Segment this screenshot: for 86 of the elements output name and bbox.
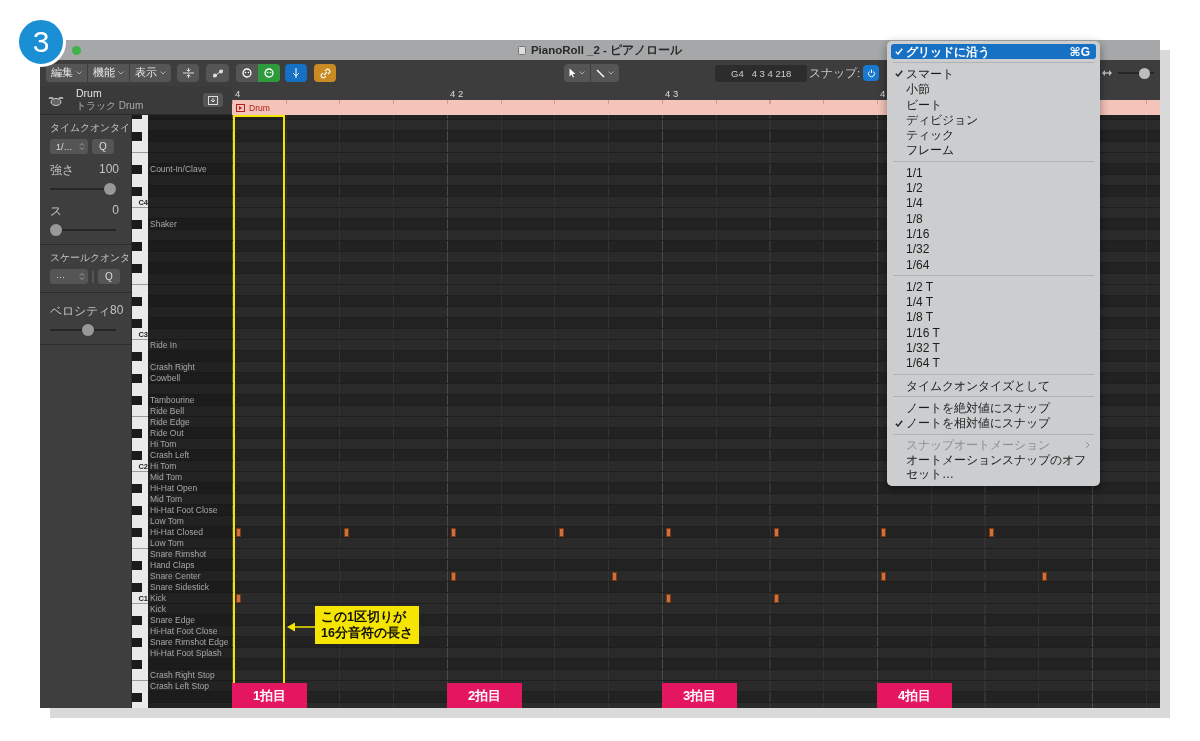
drum-name: Hi-Hat Foot Close [150, 505, 218, 515]
drum-name: Count-In/Clave [150, 164, 207, 174]
drum-name: Snare Sidestick [150, 582, 210, 592]
bar-number: 4 2 [450, 87, 464, 99]
step-number-badge: 3 [16, 17, 66, 67]
drum-name: Mid Tom [150, 472, 182, 482]
menu-item[interactable]: ティック [891, 127, 1096, 143]
slider-label: ス [50, 203, 62, 220]
menu-item[interactable]: グリッドに沿う ⌘G [891, 44, 1096, 60]
track-name: Drum [76, 87, 103, 99]
drum-name: Crash Right Stop [150, 670, 215, 680]
slider-value: 100 [98, 162, 119, 178]
snap-label: スナップ: [809, 65, 861, 81]
menu-button[interactable]: 機能 [88, 64, 130, 82]
drum-name: Hi-Hat Foot Splash [150, 648, 222, 658]
menu-item[interactable]: 1/32 T [891, 340, 1096, 356]
drum-name: Ride In [150, 340, 177, 350]
menu-item[interactable]: タイムクオンタイズとして [891, 377, 1096, 394]
menu-item[interactable]: 1/16 [891, 226, 1096, 242]
bar-number: 4 [880, 87, 886, 99]
menu-item[interactable]: 1/2 T [891, 279, 1096, 295]
beat-label: 1拍目 [232, 683, 307, 708]
drum-name: Hi-Hat Foot Close [150, 626, 218, 636]
drum-name: Crash Left [150, 450, 190, 460]
drum-name: Hi Tom [150, 439, 177, 449]
drum-name: Snare Edge [150, 615, 195, 625]
bar-number: 4 [235, 87, 241, 99]
drum-name: Mid Tom [150, 494, 182, 504]
drum-name: Tambourine [150, 395, 195, 405]
position-readout: 4 3 4 218 [751, 67, 792, 79]
menu-item[interactable]: 1/8 [891, 210, 1096, 227]
slider-label: ベロシティ [50, 303, 110, 320]
menu-item[interactable]: フレーム [891, 142, 1096, 159]
menu-item[interactable]: 1/32 [891, 241, 1096, 257]
drum-name: Snare Center [150, 571, 201, 581]
menu-item[interactable]: 1/64 [891, 256, 1096, 273]
menu-item[interactable]: 1/1 [891, 165, 1096, 181]
slider-label: 強さ [50, 162, 74, 179]
window-title: PianoRoll _2 - ピアノロール [530, 42, 683, 58]
drum-name: Low Tom [150, 538, 184, 548]
drum-name: Hi-Hat Open [150, 483, 198, 493]
drum-name: Kick [150, 593, 167, 603]
menu-item[interactable]: 1/4 [891, 195, 1096, 211]
drum-name: Shaker [150, 219, 177, 229]
menu-item[interactable]: ノートを絶対値にスナップ [891, 400, 1096, 416]
drum-name: Low Tom [150, 516, 184, 526]
menu-button[interactable]: 編集 [46, 64, 88, 82]
menu-item[interactable]: 1/64 T [891, 355, 1096, 371]
quantize-button[interactable]: Q [98, 269, 120, 284]
drum-name: Crash Right [150, 362, 195, 372]
drum-name: Hi Tom [150, 461, 177, 471]
bar-number: 4 3 [665, 87, 679, 99]
menu-item[interactable]: ディビジョン [891, 112, 1096, 128]
callout-text: 16分音符の長さ [321, 625, 413, 641]
quantize-dropdown[interactable]: 1/… [50, 139, 88, 154]
drum-name: Crash Left Stop [150, 681, 210, 691]
quantize-button[interactable]: Q [92, 139, 114, 154]
menu-item[interactable]: 小節 [891, 81, 1096, 97]
drum-name: Hand Claps [150, 560, 195, 570]
drum-name: Snare Rimshot Edge [150, 637, 229, 647]
slider-value: 80 [110, 303, 124, 319]
track-subtitle: トラック Drum [76, 99, 144, 113]
menu-item[interactable]: ビート [891, 96, 1096, 113]
drum-name: Snare Rimshot [150, 549, 207, 559]
scale-dropdown[interactable]: ··· [50, 269, 88, 284]
callout-text: この1区切りが [321, 609, 408, 625]
menu-button[interactable]: 表示 [130, 64, 171, 82]
menu-item[interactable]: 1/4 T [891, 294, 1096, 310]
menu-item[interactable]: 1/2 [891, 180, 1096, 196]
drum-name: Ride Bell [150, 406, 185, 416]
drum-name: Hi-Hat Closed [150, 527, 203, 537]
menu-item[interactable]: 1/16 T [891, 325, 1096, 341]
drum-name: Ride Edge [150, 417, 190, 427]
menu-item[interactable]: 1/8 T [891, 309, 1096, 326]
drum-name: Kick [150, 604, 167, 614]
beat-label: 4拍目 [877, 683, 952, 708]
menu-item[interactable]: ノートを相対値にスナップ [891, 415, 1096, 431]
drum-name: Ride Out [150, 428, 184, 438]
drum-name: Cowbell [150, 373, 181, 383]
menu-item[interactable]: オートメーションスナップのオフセット… [891, 453, 1096, 482]
note-readout: G4 [731, 67, 744, 79]
slider-value: 0 [112, 203, 119, 219]
beat-label: 2拍目 [447, 683, 522, 708]
beat-label: 3拍目 [662, 683, 737, 708]
region-name: Drum [249, 102, 270, 113]
menu-item[interactable]: スマート [891, 66, 1096, 82]
